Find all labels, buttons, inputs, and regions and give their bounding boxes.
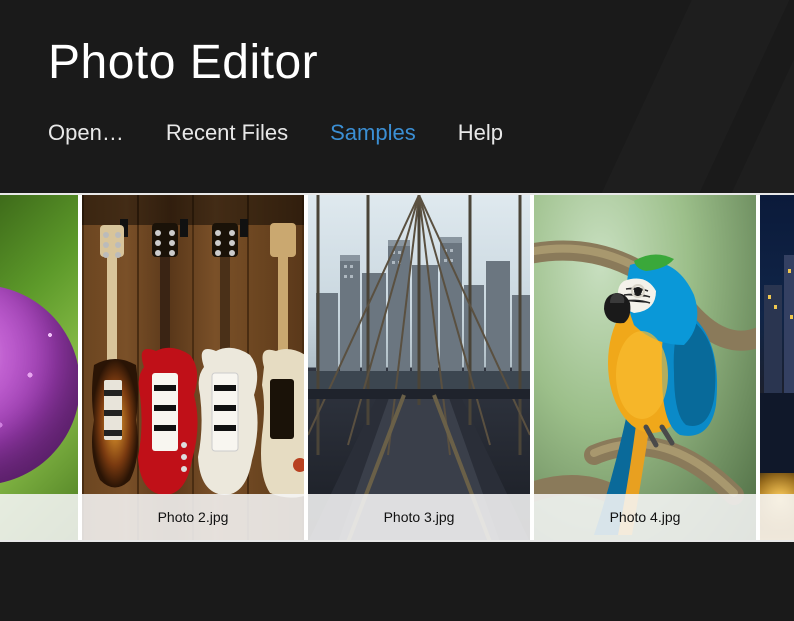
thumbnail-caption: Photo 4.jpg — [534, 494, 756, 540]
thumbnail-image — [308, 195, 530, 540]
thumbnail-image — [534, 195, 756, 540]
nav-bar: Open… Recent Files Samples Help — [0, 90, 794, 146]
thumbnail-caption — [760, 494, 794, 540]
gallery-item[interactable] — [760, 195, 794, 540]
thumbnail-caption: Photo 3.jpg — [308, 494, 530, 540]
nav-help[interactable]: Help — [458, 120, 503, 146]
gallery-item[interactable]: Photo 3.jpg — [308, 195, 530, 540]
gallery-item[interactable] — [0, 195, 78, 540]
thumbnail-image — [82, 195, 304, 540]
nav-recent-files[interactable]: Recent Files — [166, 120, 288, 146]
header: Photo Editor — [0, 0, 794, 90]
nav-samples[interactable]: Samples — [330, 120, 416, 146]
nav-open[interactable]: Open… — [48, 120, 124, 146]
gallery-item[interactable]: Photo 4.jpg — [534, 195, 756, 540]
thumbnail-image — [760, 195, 794, 540]
thumbnail-caption — [0, 494, 78, 540]
gallery-strip[interactable]: Photo 2.jpg — [0, 195, 794, 540]
sample-gallery: Photo 2.jpg — [0, 193, 794, 542]
thumbnail-caption: Photo 2.jpg — [82, 494, 304, 540]
thumbnail-image — [0, 195, 78, 540]
gallery-item[interactable]: Photo 2.jpg — [82, 195, 304, 540]
app-title: Photo Editor — [48, 35, 746, 90]
